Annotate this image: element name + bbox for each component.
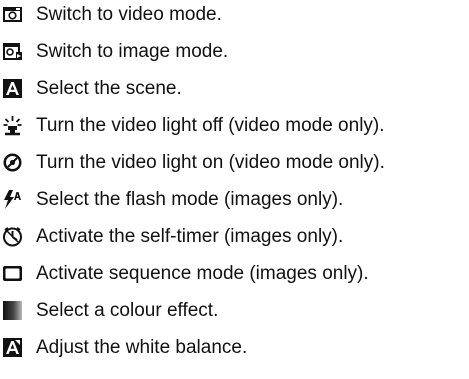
list-item: Turn the video light on (video mode only… — [0, 148, 469, 178]
icon-legend-list: Switch to video mode. Switch to image mo… — [0, 0, 469, 379]
video-light-off-icon — [2, 115, 23, 136]
list-item: Select the flash mode (images only). — [0, 185, 469, 215]
list-item-label: Turn the video light on (video mode only… — [36, 152, 385, 173]
list-item-label: Turn the video light off (video mode onl… — [36, 115, 385, 136]
list-item: Switch to image mode. — [0, 37, 469, 67]
list-item-label: Select the flash mode (images only). — [36, 189, 344, 210]
list-item: Turn the video light off (video mode onl… — [0, 111, 469, 141]
flash-icon — [2, 189, 23, 210]
list-item-label: Activate sequence mode (images only). — [36, 263, 369, 284]
scene-icon — [2, 78, 23, 99]
list-item: Activate sequence mode (images only). — [0, 259, 469, 289]
list-item: Select a colour effect. — [0, 296, 469, 326]
list-item: Activate the self-timer (images only). — [0, 222, 469, 252]
list-item-label: Select a colour effect. — [36, 300, 219, 321]
white-balance-icon — [2, 337, 23, 358]
list-item-label: Switch to image mode. — [36, 41, 229, 62]
list-item-label: Select the scene. — [36, 78, 182, 99]
sequence-icon — [2, 263, 23, 284]
list-item: Select the scene. — [0, 74, 469, 104]
list-item-label: Adjust the white balance. — [36, 337, 248, 358]
video-camera-icon — [2, 4, 23, 25]
camera-icon — [2, 41, 23, 62]
self-timer-icon — [2, 226, 23, 247]
list-item-label: Switch to video mode. — [36, 4, 222, 25]
list-item: Adjust the white balance. — [0, 333, 469, 363]
colour-effect-icon — [2, 300, 23, 321]
list-item: Switch to video mode. — [0, 0, 469, 30]
video-light-on-icon — [2, 152, 23, 173]
list-item-label: Activate the self-timer (images only). — [36, 226, 344, 247]
